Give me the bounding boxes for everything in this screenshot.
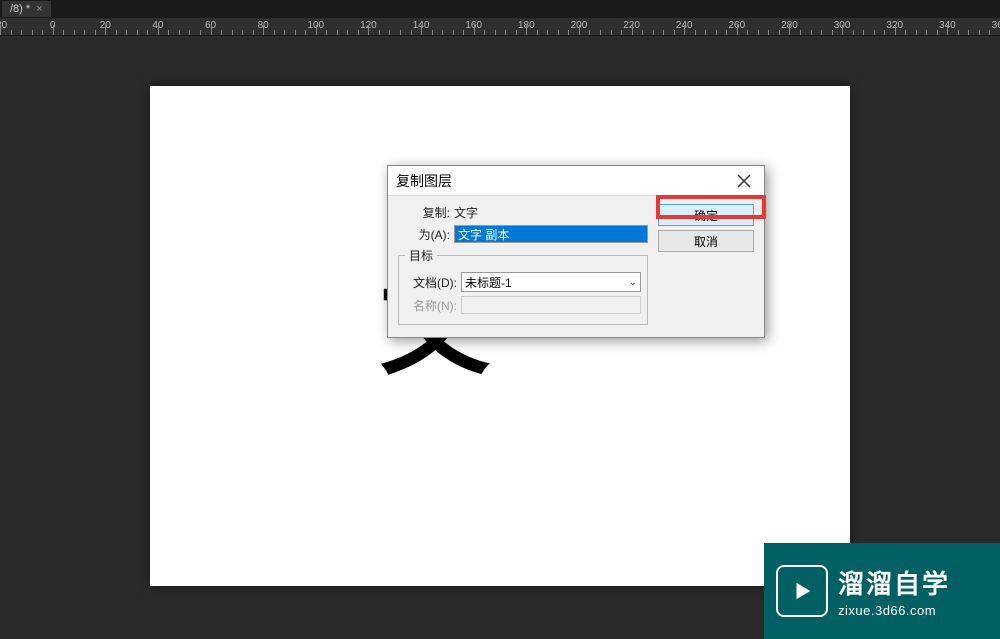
document-value: 未标题-1 — [465, 274, 512, 291]
copy-value: 文字 — [454, 204, 478, 221]
as-label: 为(A): — [398, 226, 454, 243]
target-legend: 目标 — [405, 247, 437, 264]
document-row: 文档(D): 未标题-1 ⌄ — [405, 272, 641, 292]
chevron-down-icon: ⌄ — [629, 277, 637, 288]
form-column: 复制: 文字 为(A): 文字 副本 目标 文档(D): 未标题-1 ⌄ 名称(… — [398, 204, 648, 325]
tab-close-icon[interactable]: × — [36, 3, 42, 15]
as-row: 为(A): 文字 副本 — [398, 225, 648, 243]
document-select[interactable]: 未标题-1 ⌄ — [461, 272, 641, 292]
ruler-label: 360 — [992, 20, 1000, 31]
play-icon — [776, 565, 828, 617]
tab-label: /8) * — [10, 3, 30, 15]
close-icon[interactable] — [732, 169, 756, 193]
dialog-body: 复制: 文字 为(A): 文字 副本 目标 文档(D): 未标题-1 ⌄ 名称(… — [388, 196, 764, 337]
name-label: 名称(N): — [405, 297, 461, 314]
name-row: 名称(N): — [405, 296, 641, 314]
copy-row: 复制: 文字 — [398, 204, 648, 221]
target-fieldset: 目标 文档(D): 未标题-1 ⌄ 名称(N): — [398, 247, 648, 325]
watermark-main: 溜溜自学 — [838, 564, 950, 601]
document-tab[interactable]: /8) * × — [2, 1, 51, 17]
as-input[interactable]: 文字 副本 — [454, 225, 648, 243]
tab-bar: /8) * × — [0, 0, 1000, 18]
watermark: 溜溜自学 zixue.3d66.com — [764, 543, 1000, 639]
name-input — [461, 296, 641, 314]
watermark-text: 溜溜自学 zixue.3d66.com — [838, 564, 950, 618]
watermark-sub: zixue.3d66.com — [838, 603, 950, 618]
dialog-title: 复制图层 — [396, 171, 452, 191]
document-label: 文档(D): — [405, 274, 461, 291]
copy-label: 复制: — [398, 204, 454, 221]
duplicate-layer-dialog: 复制图层 复制: 文字 为(A): 文字 副本 目标 文档(D): 未标题-1 … — [387, 165, 765, 338]
ruler-horizontal: -200204060801001201401601802002202402602… — [0, 18, 1000, 36]
button-column: 确定 取消 — [658, 204, 754, 325]
cancel-button[interactable]: 取消 — [658, 230, 754, 252]
dialog-titlebar[interactable]: 复制图层 — [388, 166, 764, 196]
ok-button[interactable]: 确定 — [658, 204, 754, 226]
ruler-label: -20 — [0, 20, 7, 31]
